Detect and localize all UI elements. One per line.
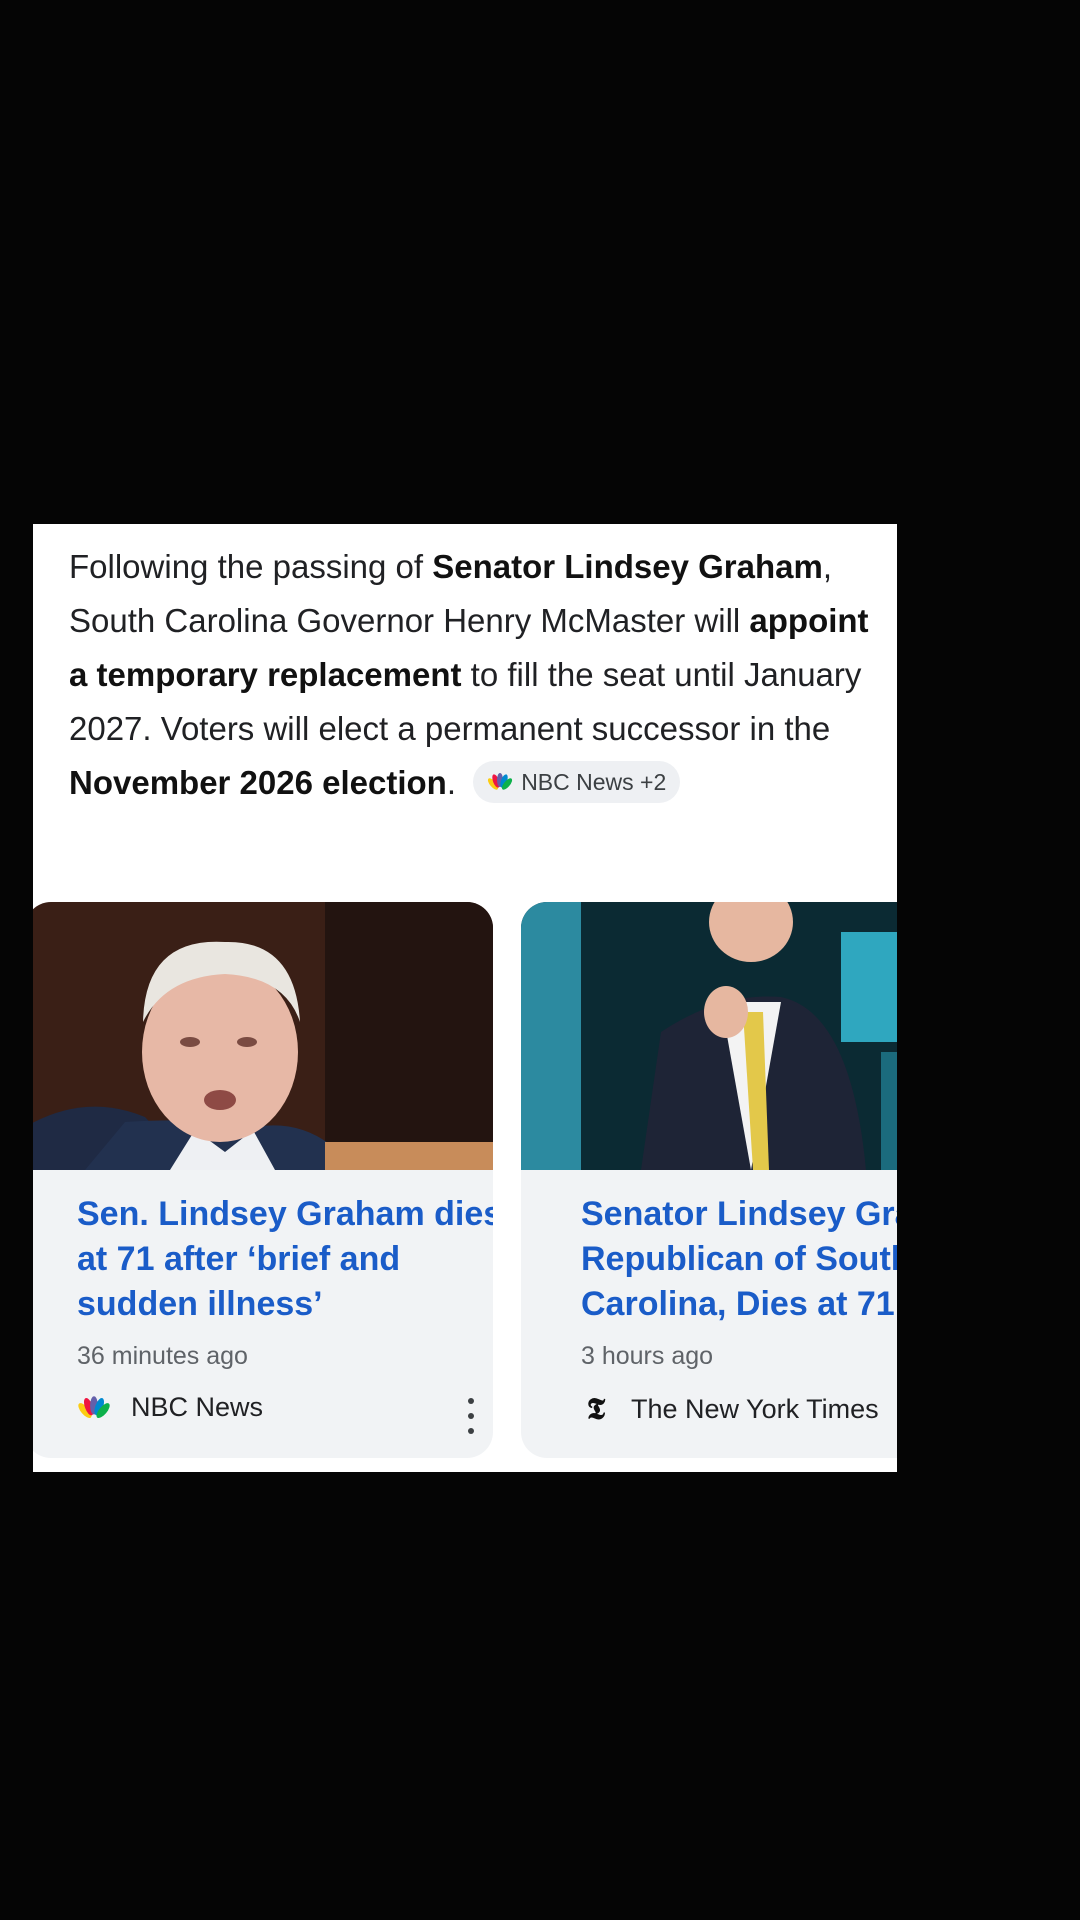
summary-bold-part: Senator Lindsey Graham [432,548,823,585]
news-card[interactable]: Sen. Lindsey Graham dies at 71 after ‘br… [33,902,493,1458]
headline-line: Sen. Lindsey Graham dies [77,1195,493,1233]
news-time: 3 hours ago [581,1342,714,1370]
headline-line: sudden illness’ [77,1285,323,1323]
more-options-icon[interactable] [461,1398,481,1434]
source-chip-label: NBC News +2 [521,769,667,796]
news-headline[interactable]: Sen. Lindsey Graham dies at 71 after ‘br… [77,1192,493,1327]
headline-line: Carolina, Dies at 71 [581,1285,895,1323]
source-chip[interactable]: NBC News +2 [473,761,681,804]
ai-summary-text: Following the passing of Senator Lindsey… [69,540,869,810]
news-thumbnail [33,902,493,1170]
summary-part: Following the passing of [69,548,433,585]
news-time: 36 minutes ago [77,1342,248,1370]
headline-line: at 71 after ‘brief and [77,1240,401,1278]
nyt-logo-icon: 𝕿 [586,1392,606,1427]
news-headline[interactable]: Senator Lindsey Graham, Republican of So… [581,1192,897,1327]
ai-overview-panel: Following the passing of Senator Lindsey… [33,524,897,1472]
news-card[interactable]: Senator Lindsey Graham, Republican of So… [521,902,897,1458]
summary-bold-part: November 2026 election [69,764,447,801]
news-thumbnail [521,902,897,1170]
news-carousel[interactable]: Sen. Lindsey Graham dies at 71 after ‘br… [33,902,897,1462]
news-source: 𝕿 The New York Times [581,1392,879,1427]
headline-line: Senator Lindsey Graham, [581,1195,897,1233]
summary-part: . [446,764,457,801]
news-source: NBC News [77,1392,263,1423]
nbc-peacock-icon [488,773,513,790]
news-source-name: The New York Times [631,1394,879,1424]
news-source-name: NBC News [131,1392,264,1422]
headline-line: Republican of South [581,1240,897,1278]
nbc-peacock-icon [78,1395,110,1418]
